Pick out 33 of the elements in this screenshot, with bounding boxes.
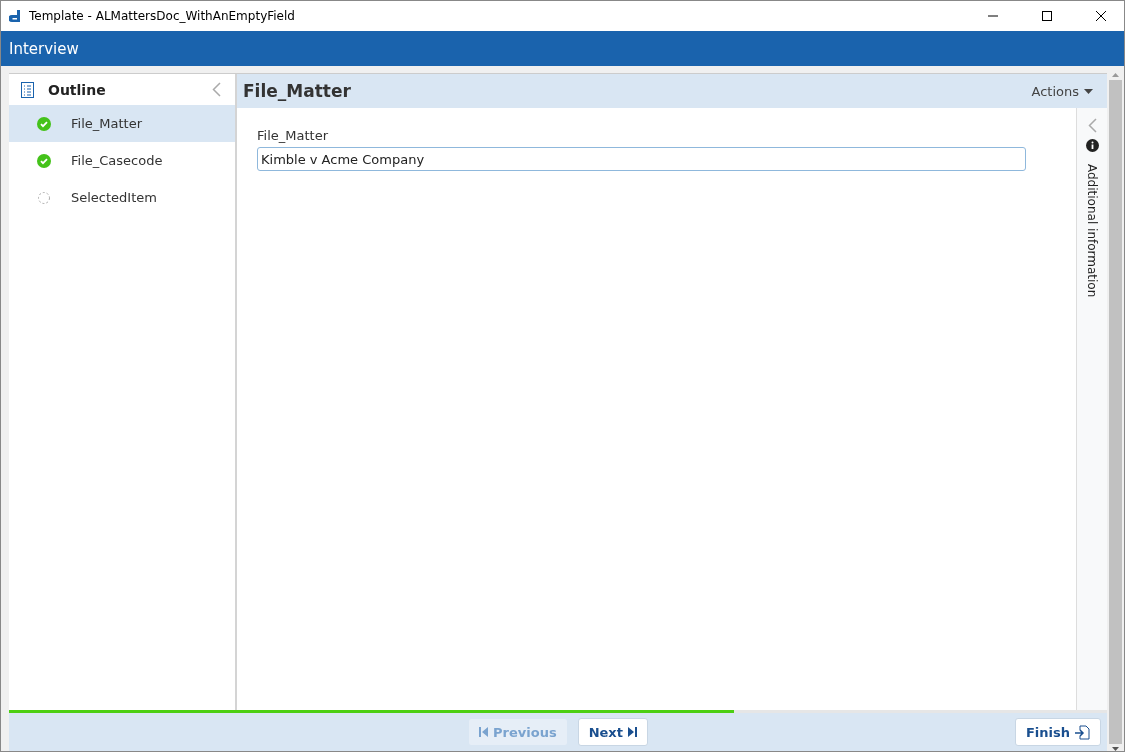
next-button[interactable]: Next xyxy=(577,718,648,746)
skip-forward-icon xyxy=(627,727,637,737)
app-logo-icon xyxy=(9,10,21,22)
outline-item[interactable]: SelectedItem xyxy=(9,179,235,216)
scroll-up-icon[interactable] xyxy=(1112,73,1119,77)
check-circle-icon xyxy=(37,153,51,168)
outline-item-label: File_Casecode xyxy=(71,153,163,168)
field-label: File_Matter xyxy=(257,128,329,143)
finish-button[interactable]: Finish xyxy=(1014,718,1101,746)
scroll-down-icon[interactable] xyxy=(1112,747,1119,751)
outline-item-label: SelectedItem xyxy=(71,190,157,205)
actions-menu[interactable]: Actions xyxy=(1031,83,1093,99)
header-title: Interview xyxy=(9,39,79,58)
page-title: File_Matter xyxy=(243,81,352,101)
check-circle-icon xyxy=(37,116,51,131)
outline-title: Outline xyxy=(48,81,107,98)
maximize-icon xyxy=(1042,11,1052,21)
dashed-circle-icon xyxy=(37,190,51,205)
side-panel-label[interactable]: Additional information xyxy=(1085,164,1099,298)
skip-back-icon xyxy=(479,727,489,737)
outline-item[interactable]: File_Matter xyxy=(9,105,235,142)
input-field[interactable]: Kimble v Acme Company xyxy=(257,147,1026,171)
outline-item[interactable]: File_Casecode xyxy=(9,142,235,179)
collapse-chevron-icon[interactable] xyxy=(212,82,221,97)
info-icon xyxy=(1085,139,1099,152)
scrollbar[interactable] xyxy=(1107,73,1124,751)
expand-chevron-icon[interactable] xyxy=(1087,118,1097,133)
window-title: Template - ALMattersDoc_WithAnEmptyField xyxy=(29,9,296,23)
close-icon xyxy=(1096,11,1106,21)
list-icon xyxy=(21,81,34,98)
outline-item-label: File_Matter xyxy=(71,116,142,131)
caret-down-icon xyxy=(1084,88,1093,94)
document-arrow-icon xyxy=(1075,724,1090,740)
